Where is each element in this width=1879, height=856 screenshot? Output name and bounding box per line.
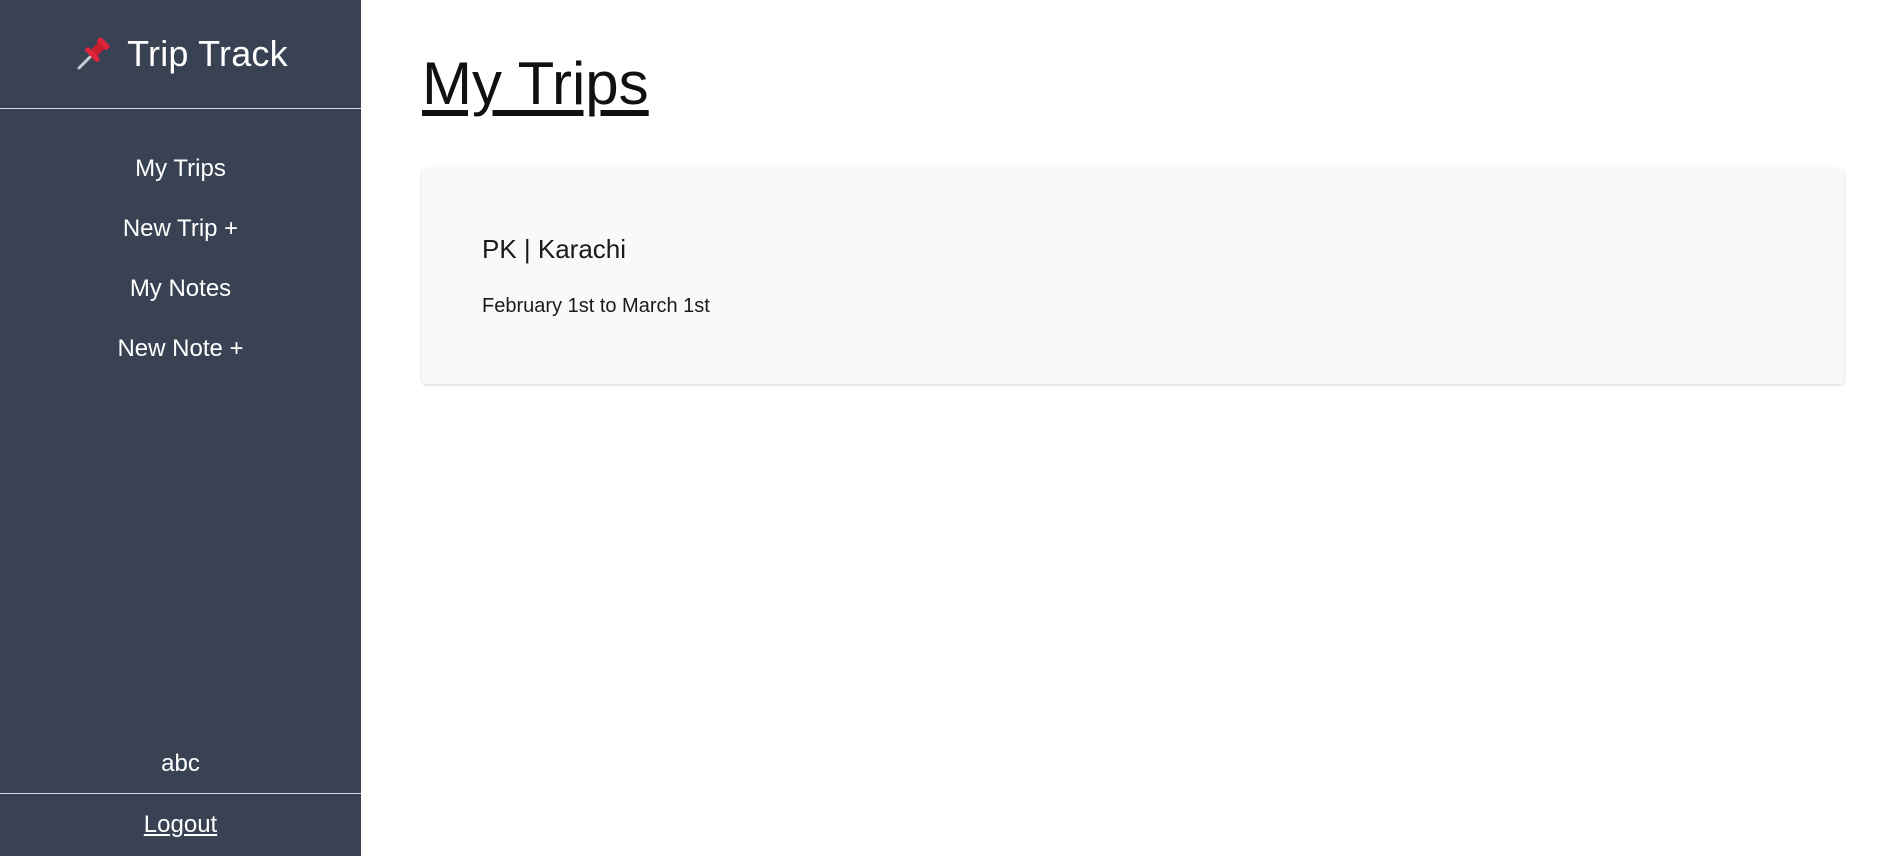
sidebar-nav: My Trips New Trip + My Notes New Note +: [0, 109, 361, 379]
sidebar: Trip Track My Trips New Trip + My Notes …: [0, 0, 361, 856]
sidebar-item-new-note[interactable]: New Note +: [0, 319, 361, 379]
sidebar-item-my-trips[interactable]: My Trips: [0, 139, 361, 199]
main-content: My Trips PK | Karachi February 1st to Ma…: [361, 0, 1879, 856]
page-title: My Trips: [422, 50, 649, 117]
app-root: Trip Track My Trips New Trip + My Notes …: [0, 0, 1879, 856]
trip-dates: February 1st to March 1st: [482, 295, 710, 317]
brand[interactable]: Trip Track: [0, 0, 361, 109]
user-name: abc: [161, 750, 200, 777]
logout-link[interactable]: Logout: [144, 811, 217, 839]
trip-location: PK | Karachi: [482, 234, 627, 264]
pushpin-icon: [73, 34, 113, 74]
sidebar-item-my-notes[interactable]: My Notes: [0, 259, 361, 319]
brand-title: Trip Track: [127, 33, 288, 74]
trip-card[interactable]: PK | Karachi February 1st to March 1st: [422, 168, 1844, 384]
logout-area: Logout: [0, 793, 361, 856]
sidebar-item-new-trip[interactable]: New Trip +: [0, 199, 361, 259]
